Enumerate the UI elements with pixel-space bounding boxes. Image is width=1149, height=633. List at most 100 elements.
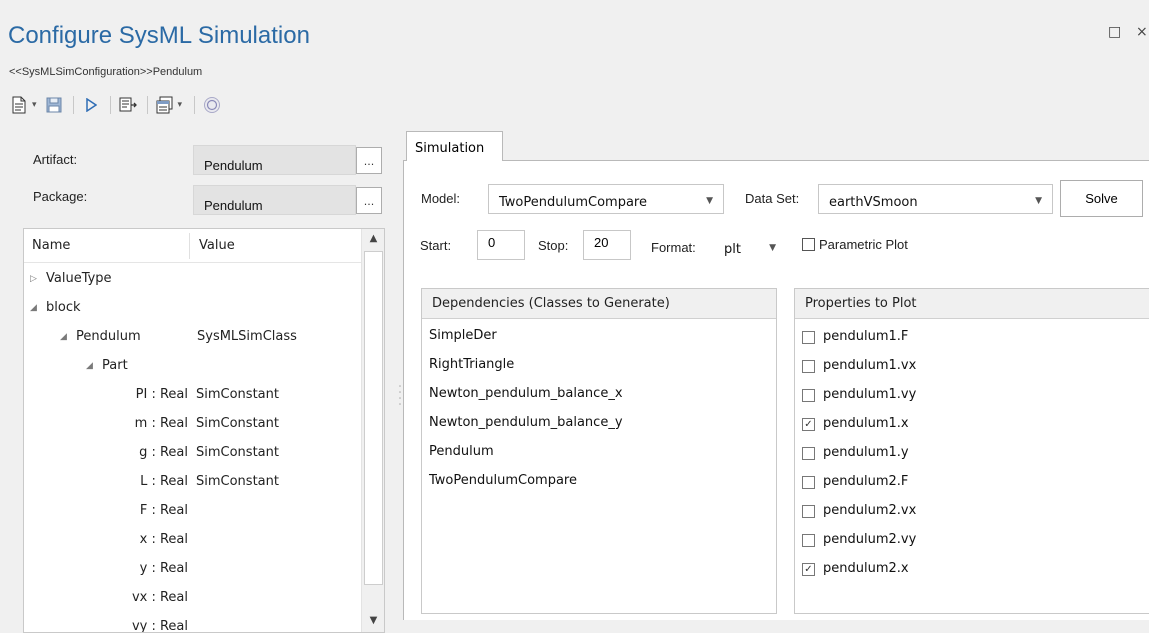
artifact-field: Pendulum — [193, 145, 356, 175]
column-divider[interactable] — [189, 233, 190, 259]
property-checkbox[interactable] — [802, 360, 815, 373]
tab-simulation[interactable]: Simulation — [406, 131, 503, 161]
property-checkbox[interactable] — [802, 505, 815, 518]
chevron-down-icon: ▼ — [1035, 196, 1042, 206]
stop-label: Stop: — [538, 238, 569, 253]
pane-splitter[interactable] — [398, 380, 402, 410]
package-browse-button[interactable]: ... — [356, 187, 382, 214]
tree-row[interactable]: vx : Real — [24, 584, 361, 613]
tree-row-name: ValueType — [46, 271, 112, 286]
collapse-arrow-icon[interactable]: ◢ — [60, 332, 67, 342]
export-icon[interactable] — [154, 94, 176, 116]
window-title: Configure SysML Simulation — [8, 22, 310, 49]
tree-row-name: Part — [102, 358, 128, 373]
property-checkbox[interactable] — [802, 534, 815, 547]
chevron-down-icon: ▼ — [706, 196, 713, 206]
package-field: Pendulum — [193, 185, 356, 215]
format-label: Format: — [651, 240, 696, 255]
new-document-icon[interactable] — [8, 94, 30, 116]
restore-button[interactable]: □ — [1108, 24, 1121, 40]
format-select[interactable]: plt ▼ — [713, 231, 787, 261]
artifact-browse-button[interactable]: ... — [356, 147, 382, 174]
model-select[interactable]: TwoPendulumCompare ▼ — [488, 184, 724, 214]
help-icon[interactable] — [201, 94, 223, 116]
window-subtitle: <<SysMLSimConfiguration>>Pendulum — [9, 66, 203, 78]
tree-row-name: m : Real — [134, 416, 188, 431]
list-item[interactable]: RightTriangle — [429, 357, 514, 372]
tree-row-name: L : Real — [140, 474, 188, 489]
parametric-plot-label: Parametric Plot — [819, 237, 908, 252]
list-item[interactable]: Newton_pendulum_balance_y — [429, 415, 623, 430]
tree-row[interactable]: m : Real SimConstant — [24, 410, 361, 439]
list-item[interactable]: Newton_pendulum_balance_x — [429, 386, 623, 401]
save-icon[interactable] — [43, 94, 65, 116]
toolbar-separator — [194, 96, 196, 114]
property-label: pendulum1.x — [823, 416, 909, 431]
new-dropdown-icon[interactable]: ▾ — [32, 100, 37, 110]
tree-row-name: vx : Real — [131, 590, 188, 605]
tree-scrollbar[interactable]: ▲ ▼ — [361, 229, 384, 632]
toolbar: ▾ ▾ — [8, 91, 225, 119]
stop-input[interactable]: 20 — [583, 230, 631, 260]
model-select-value: TwoPendulumCompare — [499, 195, 647, 210]
scroll-up-icon[interactable]: ▲ — [362, 229, 384, 249]
toolbar-separator — [72, 96, 74, 114]
property-checkbox-checked[interactable]: ✓ — [802, 418, 815, 431]
property-label: pendulum1.vx — [823, 358, 917, 373]
property-checkbox[interactable] — [802, 389, 815, 402]
tree-row-name: g : Real — [139, 445, 188, 460]
list-item[interactable]: TwoPendulumCompare — [429, 473, 577, 488]
tree-row[interactable]: ◢ Pendulum SysMLSimClass — [24, 323, 361, 352]
tree-row-value: SysMLSimClass — [197, 329, 297, 344]
list-item[interactable]: SimpleDer — [429, 328, 497, 343]
dataset-label: Data Set: — [745, 191, 800, 206]
scroll-down-icon[interactable]: ▼ — [362, 611, 384, 631]
property-checkbox[interactable] — [802, 476, 815, 489]
tree-row-name: Pendulum — [76, 329, 141, 344]
parametric-plot-checkbox[interactable] — [802, 238, 815, 251]
property-checkbox[interactable] — [802, 447, 815, 460]
format-select-value: plt — [724, 242, 741, 257]
scroll-thumb[interactable] — [364, 251, 383, 585]
list-item[interactable]: Pendulum — [429, 444, 494, 459]
property-label: pendulum1.y — [823, 445, 909, 460]
column-value-header[interactable]: Value — [199, 238, 235, 253]
solve-button[interactable]: Solve — [1060, 180, 1143, 217]
properties-to-plot-list[interactable]: Properties to Plot pendulum1.F pendulum1… — [794, 288, 1149, 614]
property-label: pendulum1.F — [823, 329, 909, 344]
tree-row[interactable]: ◢ block — [24, 294, 361, 323]
export-dropdown-icon[interactable]: ▾ — [178, 100, 183, 110]
expand-arrow-icon[interactable]: ▷ — [30, 274, 37, 284]
tree-row[interactable]: ◢ Part — [24, 352, 361, 381]
dataset-select-value: earthVSmoon — [829, 195, 918, 210]
dependencies-header: Dependencies (Classes to Generate) — [422, 289, 776, 319]
tree-row-value: SimConstant — [196, 474, 279, 489]
start-input[interactable]: 0 — [477, 230, 525, 260]
tree-row[interactable]: ▷ ValueType — [24, 265, 361, 294]
generate-code-icon[interactable] — [117, 94, 139, 116]
tree-row[interactable]: PI : Real SimConstant — [24, 381, 361, 410]
tree-row[interactable]: vy : Real — [24, 613, 361, 632]
property-label: pendulum2.x — [823, 561, 909, 576]
tree-row[interactable]: L : Real SimConstant — [24, 468, 361, 497]
dependencies-list[interactable]: Dependencies (Classes to Generate) Simpl… — [421, 288, 777, 614]
property-checkbox-checked[interactable]: ✓ — [802, 563, 815, 576]
tree-row[interactable]: x : Real — [24, 526, 361, 555]
toolbar-separator — [146, 96, 148, 114]
element-tree[interactable]: Name Value ▷ ValueType ◢ block ◢ Pendulu… — [23, 228, 385, 633]
tree-row[interactable]: g : Real SimConstant — [24, 439, 361, 468]
property-label: pendulum2.vy — [823, 532, 917, 547]
tree-row[interactable]: y : Real — [24, 555, 361, 584]
tree-row[interactable]: F : Real — [24, 497, 361, 526]
property-checkbox[interactable] — [802, 331, 815, 344]
collapse-arrow-icon[interactable]: ◢ — [30, 303, 37, 313]
run-icon[interactable] — [80, 94, 102, 116]
close-button[interactable]: × — [1136, 24, 1148, 40]
dataset-select[interactable]: earthVSmoon ▼ — [818, 184, 1053, 214]
property-label: pendulum1.vy — [823, 387, 917, 402]
package-label: Package: — [33, 189, 88, 204]
column-name-header[interactable]: Name — [32, 238, 70, 253]
property-label: pendulum2.vx — [823, 503, 917, 518]
tree-row-value: SimConstant — [196, 445, 279, 460]
collapse-arrow-icon[interactable]: ◢ — [86, 361, 93, 371]
